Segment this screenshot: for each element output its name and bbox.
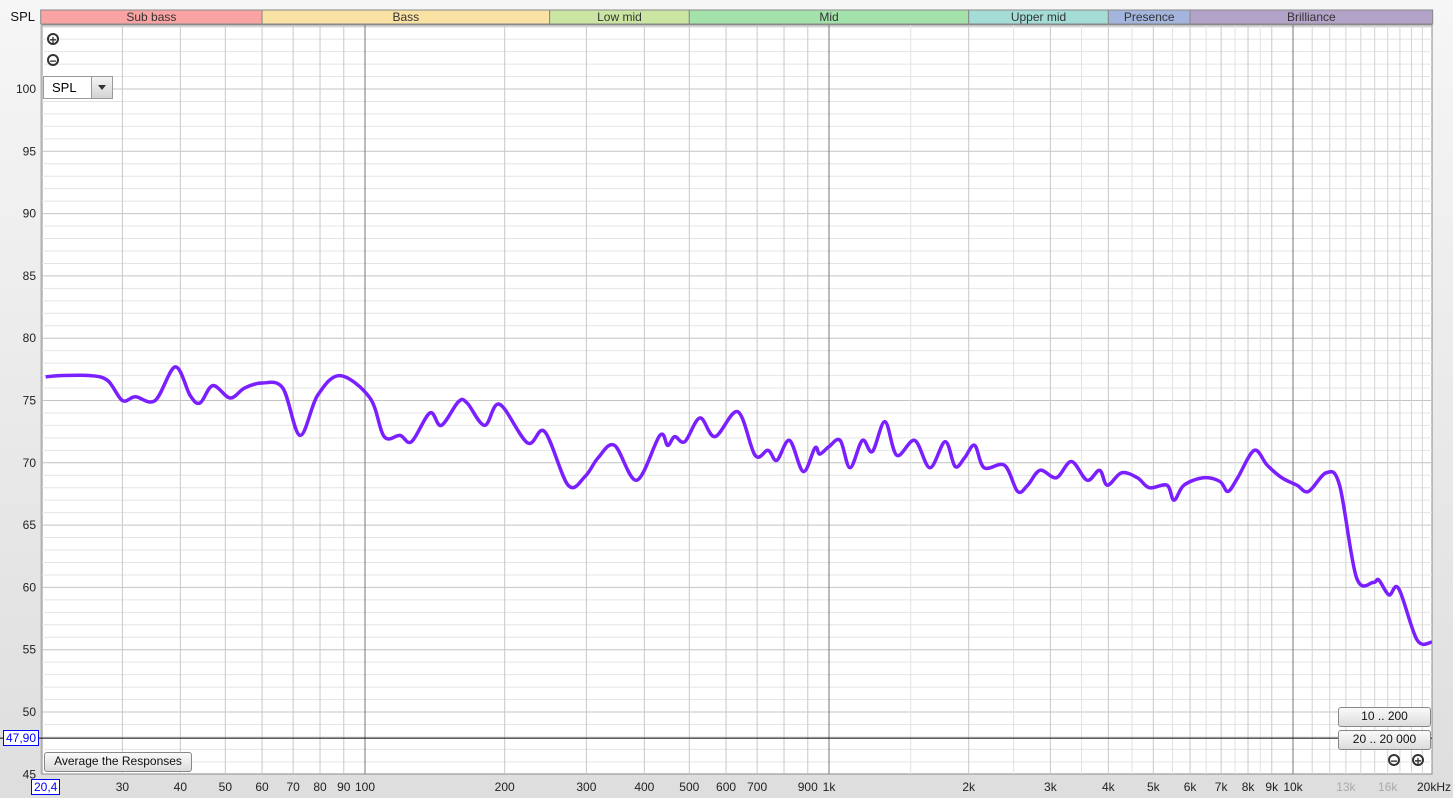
measure-select[interactable]: SPL [43,76,113,99]
y-tick-label: 50 [23,705,37,719]
x-tick-label: 3k [1044,780,1058,794]
cursor-freq-readout: 20,4 [31,779,61,795]
y-tick-label: 100 [16,82,36,96]
x-tick-label: 70 [286,780,300,794]
y-tick-label: 55 [23,643,37,657]
y-tick-label: 90 [23,207,37,221]
range-20-20000-button[interactable]: 20 .. 20 000 [1338,730,1431,750]
x-tick-label: 80 [313,780,327,794]
cursor-spl-readout: 47,90 [3,730,40,746]
plot-area [41,24,1433,775]
measure-select-value: SPL [52,80,77,95]
x-tick-label: 500 [679,780,699,794]
x-tick-label: 9k [1265,780,1279,794]
x-tick-label: 600 [716,780,736,794]
band-label: Upper mid [1011,10,1066,24]
x-tick-label: 400 [634,780,654,794]
y-axis-label: SPL [10,9,35,24]
x-tick-label: 7k [1215,780,1229,794]
x-tick-label: 100 [355,780,375,794]
y-tick-label: 80 [23,331,37,345]
x-tick-label: 13k [1336,780,1356,794]
y-tick-label: 85 [23,269,37,283]
x-tick-label: 200 [495,780,515,794]
x-tick-label: 40 [174,780,188,794]
y-tick-label: 65 [23,518,37,532]
y-tick-label: 60 [23,580,37,594]
x-tick-label: 20kHz [1417,780,1451,794]
x-tick-label: 700 [747,780,767,794]
band-label: Low mid [597,10,642,24]
band-label: Bass [393,10,420,24]
x-tick-label: 5k [1147,780,1161,794]
range-10-200-button[interactable]: 10 .. 200 [1338,707,1431,727]
zoom-out-x-icon[interactable]: − [1388,754,1400,767]
x-tick-label: 4k [1102,780,1116,794]
y-tick-label: 75 [23,394,37,408]
x-tick-label: 10k [1283,780,1303,794]
x-tick-label: 30 [116,780,130,794]
y-tick-label: 95 [23,144,37,158]
band-label: Mid [819,10,838,24]
chevron-down-icon[interactable] [91,77,112,98]
average-responses-button[interactable]: Average the Responses [44,752,192,772]
x-tick-label: 16k [1378,780,1398,794]
band-label: Presence [1124,10,1175,24]
zoom-out-y-icon[interactable]: − [47,54,59,67]
x-tick-label: 8k [1242,780,1256,794]
band-label: Sub bass [126,10,176,24]
spl-chart[interactable]: Sub bass Bass Low mid Mid Upper mid Presence B… [0,0,1453,798]
x-tick-label: 90 [337,780,351,794]
x-tick-label: 2k [962,780,976,794]
y-tick-label: 70 [23,456,37,470]
x-tick-label: 900 [798,780,818,794]
x-tick-label: 300 [576,780,596,794]
x-tick-label: 60 [255,780,269,794]
band-label: Brilliance [1287,10,1336,24]
x-tick-label: 6k [1184,780,1198,794]
zoom-in-x-icon[interactable]: + [1412,754,1424,767]
x-tick-label: 1k [823,780,837,794]
x-tick-label: 50 [219,780,233,794]
zoom-in-y-icon[interactable]: + [47,33,59,46]
